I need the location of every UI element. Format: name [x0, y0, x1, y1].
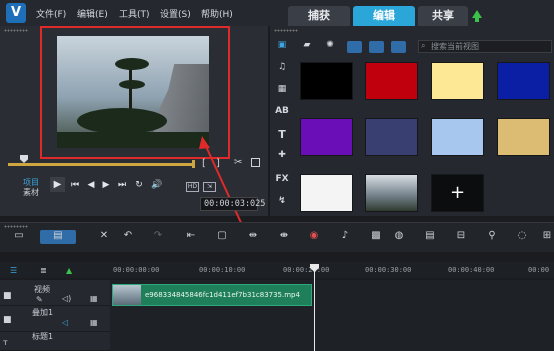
tools-icon[interactable]: ✕	[98, 230, 110, 244]
color-swatch-light-blue[interactable]	[431, 118, 484, 156]
ruler-label-3: 00:00:30:00	[365, 266, 412, 274]
mark-in-button[interactable]: [	[202, 158, 206, 169]
library-grip[interactable]	[274, 29, 298, 32]
show-audio-button[interactable]	[391, 41, 406, 53]
split-screen-icon[interactable]: ◍	[392, 230, 406, 244]
show-video-button[interactable]	[347, 41, 362, 53]
video-track-icon: ■	[3, 291, 12, 301]
trim-icon[interactable]: ⇼	[277, 230, 291, 244]
stabilize-icon[interactable]: ⊟	[454, 230, 468, 244]
multicam-icon[interactable]: ▩	[369, 230, 383, 244]
hd-toggle[interactable]: HD	[186, 182, 199, 192]
timeline-view-button[interactable]: ▤	[40, 230, 76, 244]
media-library-icon[interactable]: ▣	[274, 40, 290, 54]
add-marker-icon[interactable]: ▲	[66, 266, 72, 280]
media-thumb-white[interactable]	[300, 174, 353, 212]
trim-end-marker[interactable]	[192, 160, 195, 168]
volume-icon[interactable]: ◁)	[62, 294, 71, 303]
fx-filter-icon[interactable]: FX	[274, 174, 290, 188]
add-media-tile[interactable]: +	[431, 174, 484, 212]
tracking-icon[interactable]: ◌	[515, 230, 529, 244]
track-header-title[interactable]	[0, 332, 110, 351]
next-frame-button[interactable]: ▶	[101, 180, 111, 190]
color-swatch-gold[interactable]	[497, 118, 550, 156]
redo-icon[interactable]: ↷	[152, 230, 164, 244]
timecode-display[interactable]: 00:00:03:025	[200, 197, 265, 211]
undo-icon[interactable]: ↶	[122, 230, 134, 244]
playhead-line[interactable]	[314, 266, 315, 351]
motion-path-icon[interactable]: ↯	[274, 196, 290, 210]
search-icon: ⌕	[421, 41, 426, 50]
ruler-label-1: 00:00:10:00	[199, 266, 246, 274]
library-search-input[interactable]: 搜索当前视图	[418, 40, 552, 53]
folder-icon[interactable]: ▰	[299, 40, 315, 54]
enlarge-preview-button[interactable]: ⇲	[203, 182, 216, 192]
show-photo-button[interactable]	[369, 41, 384, 53]
instant-project-icon[interactable]: ♫	[274, 62, 290, 76]
fit-icon[interactable]: ⇤	[184, 230, 198, 244]
ruler-label-4: 00:00:40:00	[448, 266, 495, 274]
split-icon[interactable]: ⇹	[246, 230, 260, 244]
ruler-label-2: 00:00:20:00	[283, 266, 330, 274]
ruler-label-0: 00:00:00:00	[113, 266, 160, 274]
color-swatch-yellow[interactable]	[431, 62, 484, 100]
media-thumb-landscape[interactable]	[365, 174, 418, 212]
title-icon[interactable]: AB	[274, 106, 290, 120]
color-swatch-red[interactable]	[365, 62, 418, 100]
storyboard-view-icon[interactable]: ▭	[12, 230, 26, 244]
color-swatch-purple[interactable]	[300, 118, 353, 156]
overlay-grid-icon[interactable]: ▦	[90, 318, 98, 327]
end-button[interactable]: ⏭	[117, 180, 127, 190]
mode-clip[interactable]: 素材	[23, 187, 39, 198]
text-icon[interactable]: T	[274, 128, 290, 142]
track-grid-icon[interactable]: ▦	[90, 294, 98, 303]
volume-button[interactable]: 🔊	[151, 180, 162, 190]
home-button[interactable]: ⏮	[70, 180, 80, 190]
motion-icon[interactable]: ⚲	[485, 230, 499, 244]
video-clip[interactable]: e968334845846fc1d411ef7b31c83735.mp4	[112, 284, 312, 306]
color-swatch-black[interactable]	[300, 62, 353, 100]
clip-filename: e968334845846fc1d411ef7b31c83735.mp4	[145, 291, 300, 299]
chapter-icon[interactable]: ≣	[40, 266, 47, 280]
overlay-track-icon: ■	[3, 315, 12, 325]
color-swatch-blue[interactable]	[497, 62, 550, 100]
title-track-icon: т	[3, 338, 8, 347]
scrub-bar[interactable]	[8, 163, 193, 166]
graphics-icon[interactable]: ✚	[274, 150, 290, 164]
annotation-arrow-head	[199, 136, 210, 149]
split-scissors-icon[interactable]: ✂	[234, 157, 242, 168]
overlay-volume-icon[interactable]: ◁	[62, 318, 68, 327]
repeat-button[interactable]: ↻	[134, 180, 144, 190]
mark-out-button[interactable]: ]	[216, 158, 220, 169]
track-manager-icon[interactable]: ☰	[10, 266, 17, 280]
fit-project-icon[interactable]: ⊞	[541, 230, 553, 244]
track-name-overlay: 叠加1	[32, 308, 54, 317]
track-name-video: 视频	[34, 285, 50, 294]
track-headers	[0, 280, 110, 351]
ruler-label-5: 00:00	[528, 266, 550, 274]
gear-icon[interactable]: ✺	[322, 40, 338, 54]
clip-thumbnail	[113, 285, 141, 305]
copy-icon[interactable]	[251, 158, 260, 167]
audio-mixer-icon[interactable]: ♪	[338, 230, 352, 244]
color-swatch-slate[interactable]	[365, 118, 418, 156]
track-name-title: 标题1	[32, 332, 54, 341]
crop-icon[interactable]: ▢	[215, 230, 229, 244]
play-button[interactable]: ▶	[50, 177, 65, 192]
record-icon[interactable]: ◉	[307, 230, 321, 244]
edit-pencil-icon[interactable]: ✎	[36, 295, 43, 304]
prev-frame-button[interactable]: ◀	[86, 180, 96, 190]
subtitle-icon[interactable]: ▤	[423, 230, 437, 244]
timeline-grip[interactable]	[4, 225, 28, 228]
transition-icon[interactable]: ▦	[274, 84, 290, 98]
